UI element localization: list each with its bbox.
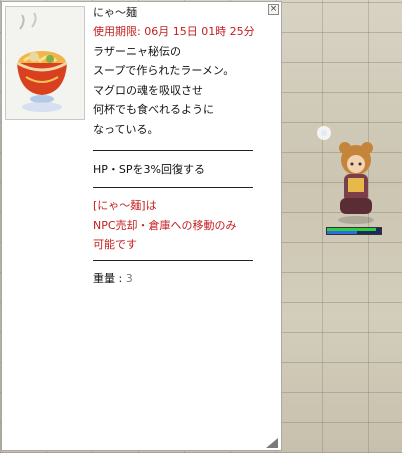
item-image-frame (5, 6, 85, 120)
restriction-line: 可能です (93, 238, 137, 251)
ramen-bowl-icon (16, 12, 68, 112)
description-line: マグロの魂を吸収させ (93, 83, 203, 97)
hp-sp-bar (326, 227, 382, 235)
weight-label: 重量 : (93, 272, 126, 285)
player-character[interactable] (330, 140, 382, 224)
effect-area: HP・SPを3%回復する (93, 160, 278, 180)
weight-row: 重量 : 3 (93, 269, 278, 289)
weight-area: 重量 : 3 (93, 269, 278, 289)
item-info-window[interactable]: にゃ〜麺 × 使用期限: 06月 15日 01時 25分 ラザーニャ秘伝の スー… (1, 1, 282, 451)
effect-text: HP・SPを3%回復する (93, 163, 205, 176)
restriction-line: NPC売却・倉庫への移動のみ (93, 218, 237, 232)
expiry-text: 使用期限: 06月 15日 01時 25分 (93, 25, 255, 38)
close-button[interactable]: × (268, 4, 279, 15)
divider (93, 260, 253, 261)
description-line: スープで作られたラーメン。 (93, 64, 235, 77)
item-title: にゃ〜麺 (93, 6, 137, 19)
description-line: なっている。 (93, 122, 159, 136)
item-description-area: 使用期限: 06月 15日 01時 25分 ラザーニャ秘伝の スープで作られたラ… (93, 22, 278, 139)
description-line: ラザーニャ秘伝の (93, 44, 181, 58)
divider (93, 150, 253, 151)
restriction-line: [にゃ〜麺]は (93, 199, 157, 212)
restriction-area: [にゃ〜麺]は NPC売却・倉庫への移動のみ 可能です (93, 196, 278, 255)
description-line: 何杯でも食べれるように (93, 103, 214, 116)
divider (93, 187, 253, 188)
weight-value: 3 (125, 272, 133, 285)
resize-grip-icon[interactable] (266, 438, 278, 448)
sp-bar-fill (327, 231, 357, 234)
